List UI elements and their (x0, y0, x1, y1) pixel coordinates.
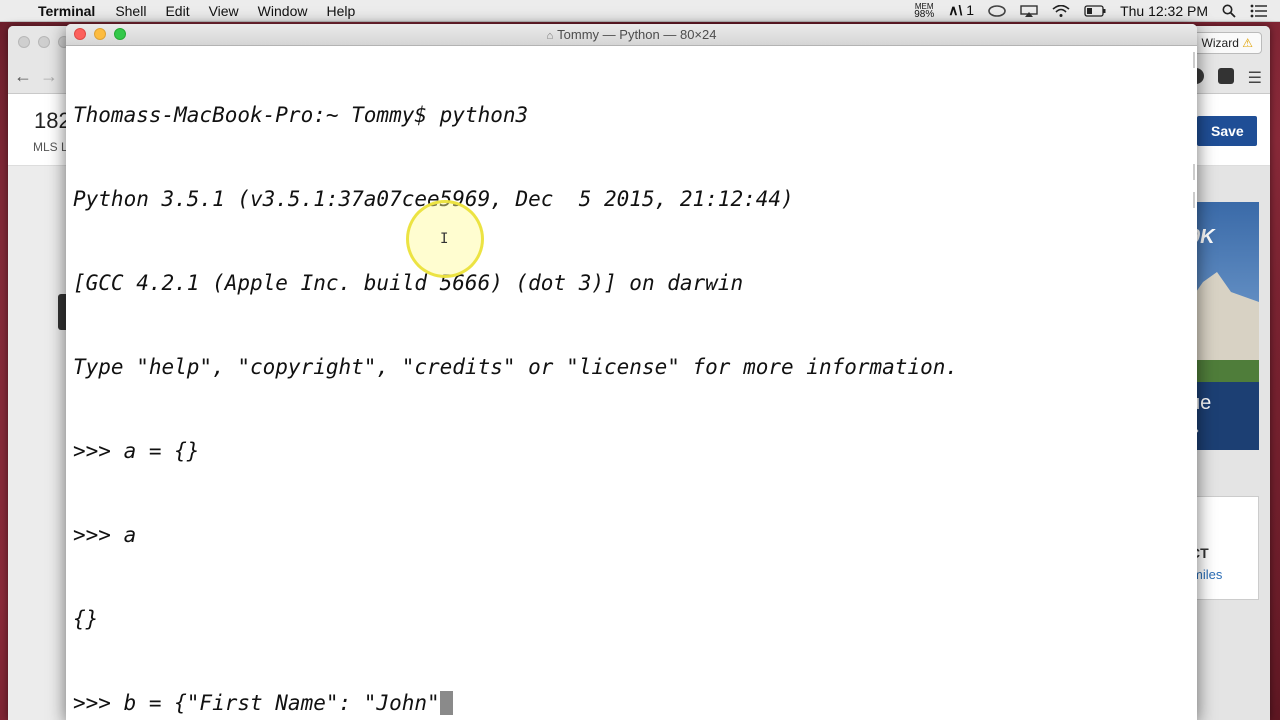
menu-help[interactable]: Help (326, 3, 355, 19)
extension-icon-2[interactable] (1218, 68, 1234, 84)
menu-edit[interactable]: Edit (165, 3, 189, 19)
ad-banner[interactable]: 0K ue » (1189, 202, 1259, 450)
scroll-marker (1193, 164, 1195, 180)
terminal-line: Python 3.5.1 (v3.5.1:37a07cee5969, Dec 5… (73, 187, 794, 211)
wifi-icon[interactable] (1052, 4, 1070, 17)
terminal-current-input: >>> b = {"First Name": "John" (73, 691, 440, 715)
menu-view[interactable]: View (209, 3, 239, 19)
terminal-line: >>> a = {} (73, 439, 200, 463)
scroll-marker (1193, 52, 1195, 68)
creative-cloud-icon[interactable] (988, 4, 1006, 17)
back-arrow-icon[interactable]: ← (14, 66, 32, 87)
wizard-button[interactable]: Wizard ⚠ (1192, 32, 1262, 54)
hamburger-menu-icon[interactable]: ☰ (1248, 68, 1262, 88)
terminal-line: Type "help", "copyright", "credits" or "… (73, 355, 959, 379)
memory-status[interactable]: MEM 98% (914, 2, 935, 20)
browser-close-button[interactable] (18, 36, 30, 48)
warning-icon: ⚠ (1242, 36, 1253, 50)
adobe-icon: ∧\ (948, 2, 963, 18)
notification-count: 1 (966, 2, 975, 18)
airplay-icon[interactable] (1020, 4, 1038, 17)
terminal-title-text: Tommy — Python — 80×24 (557, 27, 717, 42)
terminal-line: {} (73, 607, 99, 631)
terminal-title: ⌂ Tommy — Python — 80×24 (66, 24, 1197, 47)
menu-window[interactable]: Window (258, 3, 308, 19)
terminal-window[interactable]: ⌂ Tommy — Python — 80×24 Thomass-MacBook-… (66, 24, 1197, 720)
distance-card[interactable]: CT miles (1189, 496, 1259, 600)
battery-icon[interactable] (1084, 4, 1106, 17)
forward-arrow-icon[interactable]: → (40, 66, 58, 87)
terminal-titlebar[interactable]: ⌂ Tommy — Python — 80×24 (66, 24, 1197, 46)
terminal-output[interactable]: Thomass-MacBook-Pro:~ Tommy$ python3 Pyt… (73, 45, 1188, 715)
terminal-line: Thomass-MacBook-Pro:~ Tommy$ python3 (73, 103, 529, 127)
home-folder-icon: ⌂ (546, 30, 554, 42)
terminal-line: [GCC 4.2.1 (Apple Inc. build 5666) (dot … (73, 271, 744, 295)
clock[interactable]: Thu 12:32 PM (1120, 3, 1208, 19)
app-menu-terminal[interactable]: Terminal (38, 3, 95, 19)
scroll-marker (1193, 192, 1195, 208)
ibeam-cursor-icon: I (440, 231, 449, 247)
left-content-strip (8, 166, 66, 720)
notification-list-icon[interactable] (1250, 4, 1268, 18)
menu-shell[interactable]: Shell (115, 3, 146, 19)
search-icon[interactable] (1222, 4, 1236, 18)
notification-status[interactable]: ∧\ 1 (948, 2, 974, 19)
mls-label: MLS L (33, 140, 68, 154)
text-cursor (439, 691, 453, 715)
menu-bar: Terminal Shell Edit View Window Help MEM… (0, 0, 1280, 22)
save-button[interactable]: Save (1197, 116, 1257, 146)
memory-value: 98% (914, 8, 935, 20)
browser-minimize-button[interactable] (38, 36, 50, 48)
content-stub (58, 294, 66, 330)
terminal-line: >>> a (73, 523, 137, 547)
wizard-label: Wizard (1201, 36, 1239, 50)
ad-lawn (1189, 360, 1259, 382)
terminal-input-line[interactable]: >>> b = {"First Name": "John" (73, 689, 1188, 717)
